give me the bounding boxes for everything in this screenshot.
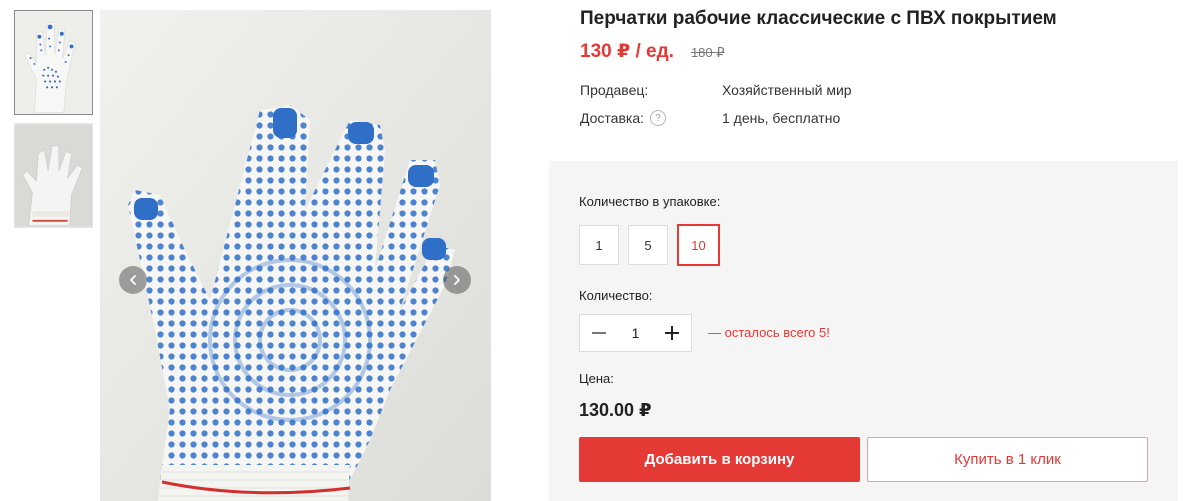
buy-one-click-button[interactable]: Купить в 1 клик: [867, 437, 1148, 482]
spec-value-seller[interactable]: Хозяйственный мир: [722, 82, 852, 98]
pack-quantity-label: Количество в упаковке:: [579, 194, 721, 209]
minus-icon: [592, 332, 606, 334]
pack-options: 1 5 10: [579, 224, 729, 266]
quantity-label: Количество:: [579, 288, 653, 303]
price-line: 130 ₽ / ед. 180 ₽: [580, 40, 725, 63]
plus-icon: [665, 326, 679, 340]
product-main-image: [100, 10, 491, 501]
thumbnail-glove-white[interactable]: [14, 123, 93, 228]
question-icon[interactable]: ?: [650, 110, 667, 126]
glove-photo: [100, 10, 491, 501]
price-label: Цена:: [579, 371, 614, 386]
glove-blue-dots-image: [15, 11, 92, 114]
quantity-input[interactable]: [615, 325, 656, 341]
increase-quantity-button[interactable]: [663, 324, 681, 342]
thumbnail-list: [14, 10, 93, 236]
pack-option-5[interactable]: 5: [628, 225, 668, 265]
spec-row-seller: Продавец: Хозяйственный мир: [580, 82, 852, 98]
spec-value-delivery: 1 день, бесплатно: [722, 110, 841, 126]
decrease-quantity-button[interactable]: [590, 324, 608, 342]
purchase-panel: Количество в упаковке: 1 5 10 Количество…: [549, 161, 1178, 501]
add-to-cart-button[interactable]: Добавить в корзину: [579, 437, 860, 482]
glove-white-image: [15, 124, 92, 227]
gallery-prev-button[interactable]: [119, 266, 147, 294]
gallery-next-button[interactable]: [443, 266, 471, 294]
old-price: 180 ₽: [690, 45, 725, 60]
stock-note: — осталось всего 5!: [708, 325, 830, 340]
current-price: 130 ₽ / ед.: [580, 41, 674, 62]
chevron-left-icon: [130, 275, 136, 285]
spec-label-delivery-wrap: Доставка: ?: [580, 110, 722, 126]
quantity-stepper: [579, 314, 692, 352]
spec-row-delivery: Доставка: ? 1 день, бесплатно: [580, 110, 840, 126]
pack-option-1[interactable]: 1: [579, 225, 619, 265]
pack-option-10[interactable]: 10: [677, 224, 720, 266]
product-title: Перчатки рабочие классические с ПВХ покр…: [580, 8, 1057, 29]
chevron-right-icon: [454, 275, 460, 285]
total-price: 130.00 ₽: [579, 400, 652, 420]
thumbnail-glove-blue-dots[interactable]: [14, 10, 93, 115]
spec-label-delivery: Доставка:: [580, 110, 645, 126]
spec-label-seller: Продавец:: [580, 82, 649, 98]
